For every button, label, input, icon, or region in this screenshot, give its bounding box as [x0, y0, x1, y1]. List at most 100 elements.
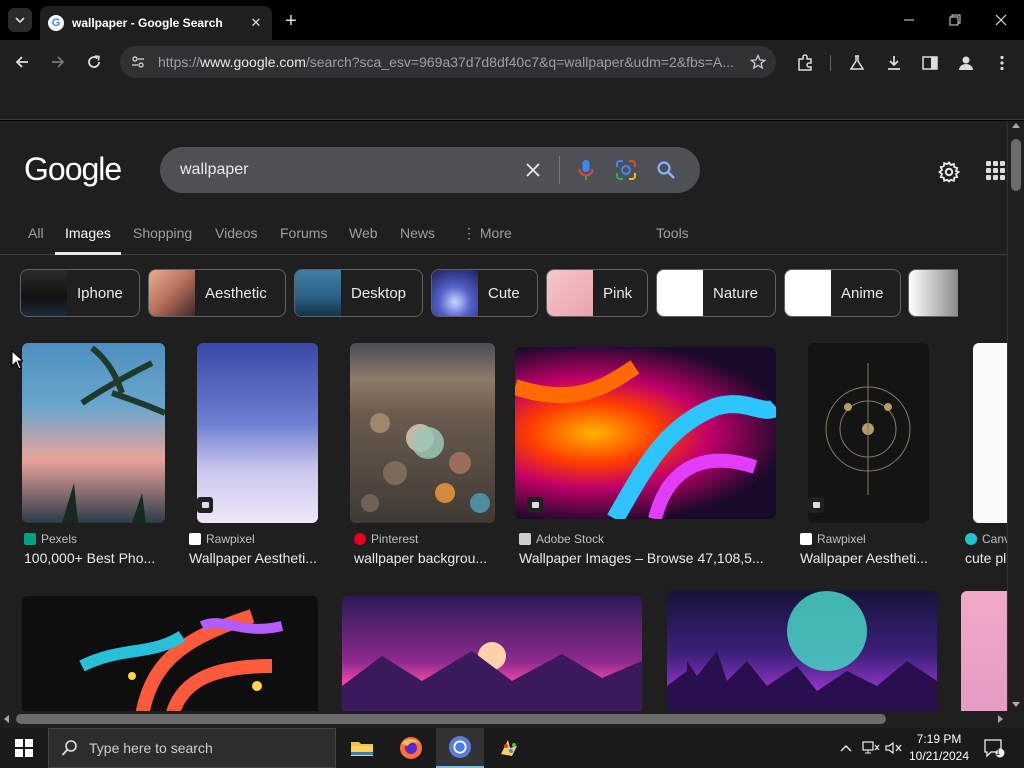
site-info-icon[interactable] — [130, 54, 150, 70]
chip-desktop[interactable]: Desktop — [294, 269, 423, 317]
result-caption[interactable]: 100,000+ Best Pho... — [24, 550, 164, 566]
reload-button[interactable] — [82, 50, 106, 74]
result-caption[interactable]: Wallpaper Aestheti... — [800, 550, 940, 566]
notifications-button[interactable]: 1 — [980, 728, 1008, 768]
new-tab-button[interactable]: + — [280, 10, 302, 32]
image-badge-icon — [808, 497, 824, 513]
paint-app[interactable] — [485, 728, 533, 768]
paint-palette-icon — [501, 740, 517, 756]
horizontal-scroll-thumb[interactable] — [16, 714, 886, 724]
result-source[interactable]: Canv — [965, 532, 1007, 546]
result-source[interactable]: Pexels — [24, 532, 77, 546]
result-source[interactable]: Pinterest — [354, 532, 418, 546]
chip-iphone[interactable]: Iphone — [20, 269, 140, 317]
tab-all[interactable]: All — [28, 225, 44, 255]
toolbar-divider — [830, 55, 831, 71]
side-panel-icon[interactable] — [919, 52, 941, 74]
firefox-app[interactable] — [387, 728, 435, 768]
scroll-right-arrow-icon[interactable] — [998, 715, 1003, 723]
tab-news[interactable]: News — [400, 225, 435, 255]
address-bar[interactable]: https://www.google.com/search?sca_esv=96… — [120, 46, 776, 78]
extensions-icon[interactable] — [794, 52, 816, 74]
result-thumbnail[interactable] — [973, 343, 1007, 523]
taskbar-search-box[interactable]: Type here to search — [48, 728, 336, 768]
google-logo[interactable]: Google — [24, 151, 122, 188]
minimize-button[interactable] — [897, 8, 921, 32]
arrow-right-icon — [52, 56, 65, 68]
browser-tab[interactable]: G wallpaper - Google Search ✕ — [40, 6, 272, 40]
start-button[interactable] — [0, 728, 48, 768]
windows-logo-icon — [15, 739, 33, 757]
horizontal-scrollbar[interactable] — [0, 711, 1007, 728]
tab-web[interactable]: Web — [349, 225, 378, 255]
result-caption[interactable]: Wallpaper Aestheti... — [189, 550, 329, 566]
bookmark-star-icon[interactable] — [746, 54, 766, 70]
result-caption[interactable]: Wallpaper Images – Browse 47,108,5... — [519, 550, 774, 566]
result-thumbnail[interactable] — [667, 591, 937, 711]
chip-thumbnail — [547, 270, 593, 316]
chip-anime[interactable]: Anime — [784, 269, 901, 317]
close-window-button[interactable] — [989, 8, 1013, 32]
forward-button[interactable] — [46, 50, 70, 74]
chip-thumbnail — [21, 270, 67, 316]
result-thumbnail[interactable] — [515, 347, 776, 519]
chip-aesthetic[interactable]: Aesthetic — [148, 269, 286, 317]
tools-button[interactable]: Tools — [656, 225, 689, 241]
restore-button[interactable] — [943, 8, 967, 32]
result-thumbnail[interactable] — [22, 343, 165, 523]
refinement-chips: Iphone Aesthetic Desktop Cute Pink Natur… — [0, 269, 1007, 319]
tab-videos[interactable]: Videos — [215, 225, 258, 255]
labs-flask-icon[interactable] — [846, 52, 868, 74]
voice-search-icon[interactable] — [572, 156, 600, 184]
chrome-app[interactable] — [436, 728, 484, 768]
scroll-down-arrow-icon[interactable] — [1012, 702, 1020, 707]
file-explorer-app[interactable] — [338, 728, 386, 768]
result-thumbnail[interactable] — [197, 343, 318, 523]
chip-thumbnail — [909, 270, 958, 316]
pinterest-favicon-icon — [354, 533, 366, 545]
show-hidden-icons-button[interactable] — [836, 728, 856, 768]
result-caption[interactable]: wallpaper backgrou... — [354, 550, 499, 566]
system-clock[interactable]: 7:19 PM 10/21/2024 — [904, 731, 974, 765]
scroll-left-arrow-icon[interactable] — [4, 715, 9, 723]
result-thumbnail[interactable] — [350, 343, 495, 523]
tab-shopping[interactable]: Shopping — [133, 225, 192, 255]
tab-images[interactable]: Images — [55, 225, 121, 255]
tab-more[interactable]: ⋮ More — [462, 225, 512, 255]
back-button[interactable] — [10, 50, 34, 74]
result-source[interactable]: Rawpixel — [800, 532, 866, 546]
pexels-favicon-icon — [24, 533, 36, 545]
chip-thumbnail — [149, 270, 195, 316]
lens-search-icon[interactable] — [612, 156, 640, 184]
volume-muted-icon[interactable] — [883, 728, 905, 768]
search-box[interactable]: wallpaper — [160, 147, 700, 193]
network-icon[interactable] — [859, 728, 883, 768]
chip-more-partial[interactable] — [908, 269, 958, 317]
chip-cute[interactable]: Cute — [431, 269, 538, 317]
result-source[interactable]: Adobe Stock — [519, 532, 604, 546]
firefox-icon — [400, 737, 422, 759]
close-tab-icon[interactable]: ✕ — [248, 15, 264, 31]
google-apps-icon[interactable] — [984, 159, 1006, 181]
result-source[interactable]: Rawpixel — [189, 532, 255, 546]
result-thumbnail[interactable] — [961, 591, 1007, 711]
search-icon[interactable] — [652, 156, 680, 184]
result-thumbnail[interactable] — [808, 343, 929, 523]
tab-search-button[interactable] — [8, 8, 32, 32]
download-icon[interactable] — [883, 52, 905, 74]
chip-nature[interactable]: Nature — [656, 269, 776, 317]
menu-kebab-icon[interactable] — [991, 52, 1013, 74]
vertical-scrollbar[interactable] — [1007, 121, 1024, 711]
settings-gear-icon[interactable] — [936, 159, 962, 185]
chip-pink[interactable]: Pink — [546, 269, 648, 317]
tab-forums[interactable]: Forums — [280, 225, 327, 255]
clear-search-icon[interactable] — [519, 156, 547, 184]
search-input[interactable]: wallpaper — [180, 161, 507, 179]
profile-icon[interactable] — [955, 52, 977, 74]
result-thumbnail[interactable] — [22, 596, 318, 711]
vertical-scroll-thumb[interactable] — [1011, 139, 1021, 191]
result-thumbnail[interactable] — [342, 596, 642, 711]
browser-tab-bar: G wallpaper - Google Search ✕ + — [0, 0, 1024, 40]
result-caption[interactable]: cute pl — [965, 550, 1007, 566]
scroll-up-arrow-icon[interactable] — [1012, 123, 1020, 128]
